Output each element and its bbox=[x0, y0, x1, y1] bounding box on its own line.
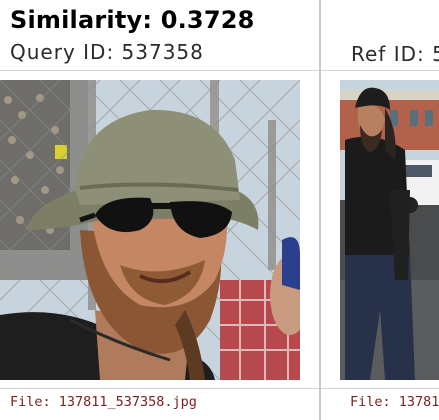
query-file-name: File: 137811_537358.jpg bbox=[10, 394, 197, 410]
reference-file-name: File: 13781 bbox=[350, 394, 439, 410]
footer-divider bbox=[0, 388, 320, 389]
query-panel: Similarity: 0.3728 Query ID: 537358 File… bbox=[0, 0, 320, 420]
query-photo bbox=[0, 80, 300, 380]
header-divider bbox=[0, 70, 320, 71]
reference-photo bbox=[340, 80, 439, 380]
query-id-label: Query ID: 537358 bbox=[10, 40, 204, 64]
header-divider-right bbox=[321, 70, 439, 71]
similarity-score: Similarity: 0.3728 bbox=[10, 6, 255, 34]
reference-panel: Ref ID: 5 File: 13781 bbox=[321, 0, 439, 420]
reference-id-label: Ref ID: 5 bbox=[351, 42, 439, 66]
footer-divider-right bbox=[321, 388, 439, 389]
